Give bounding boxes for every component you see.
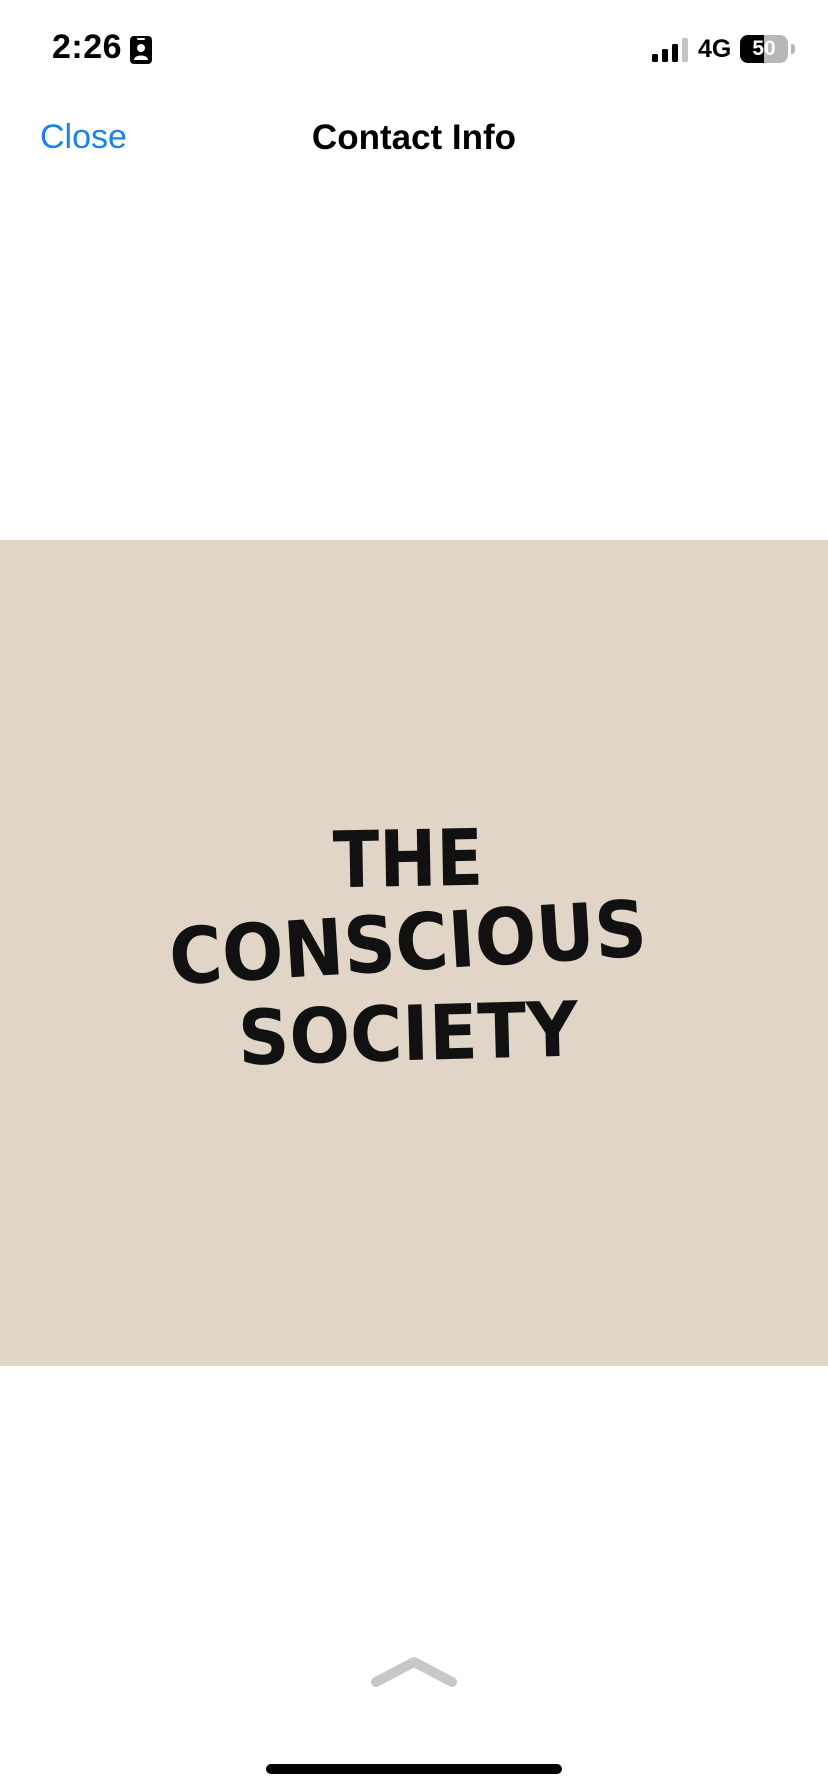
cellular-signal-icon xyxy=(652,38,688,62)
logo-line-the: THE xyxy=(332,814,484,907)
navigation-bar: Contact Info Close xyxy=(0,100,828,180)
contact-photo[interactable]: THE CONSCIOUS SOCIETY xyxy=(0,540,828,1366)
network-type: 4G xyxy=(698,35,732,63)
battery-tip xyxy=(791,44,795,54)
status-bar: 2:26 4G 50 xyxy=(0,0,828,100)
contact-card-icon xyxy=(130,36,152,64)
home-indicator[interactable] xyxy=(266,1764,562,1774)
logo-line-society: SOCIETY xyxy=(237,985,580,1083)
battery-level: 50 xyxy=(752,37,776,60)
brand-logo: THE CONSCIOUS SOCIETY xyxy=(167,814,650,1083)
close-button[interactable]: Close xyxy=(40,118,127,157)
battery-icon: 50 xyxy=(740,35,796,65)
chevron-up-icon[interactable] xyxy=(368,1652,460,1692)
logo-line-conscious: CONSCIOUS xyxy=(167,884,650,1003)
contact-info-screen: 2:26 4G 50 Contact Info Close THE CONSCI… xyxy=(0,0,828,1792)
battery-body: 50 xyxy=(740,35,788,63)
status-time: 2:26 xyxy=(52,28,123,66)
